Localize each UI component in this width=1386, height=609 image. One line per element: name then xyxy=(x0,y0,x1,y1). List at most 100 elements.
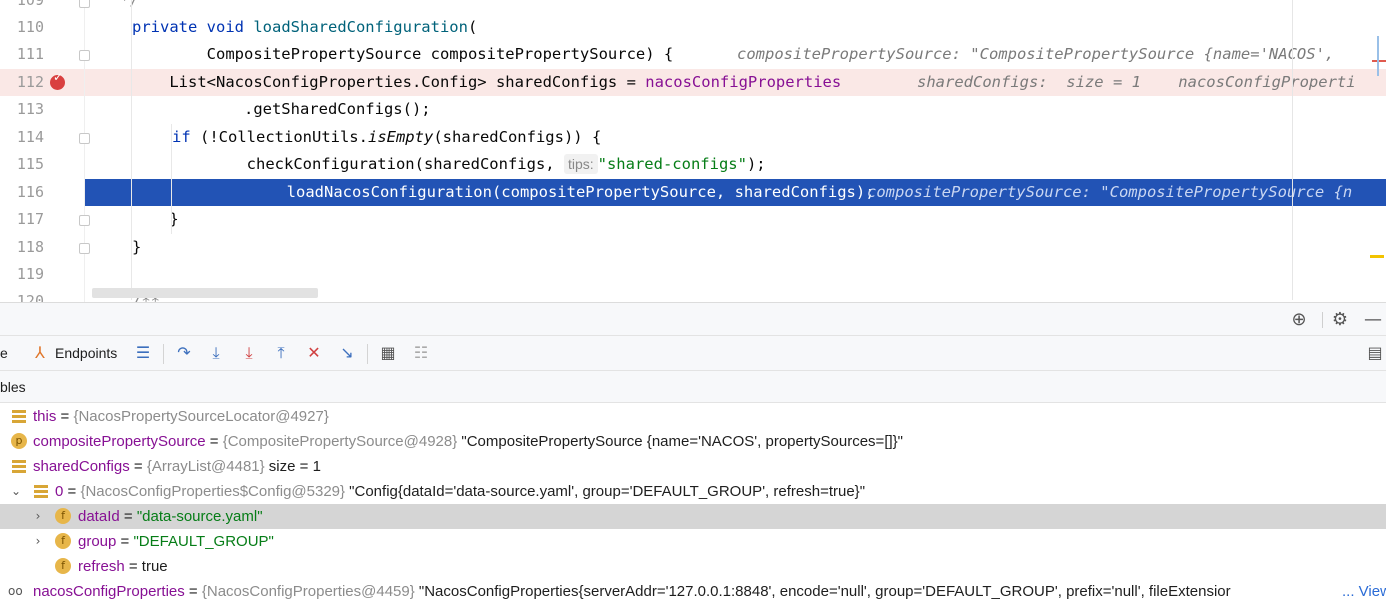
code-rest: (sharedConfigs)) { xyxy=(433,128,602,146)
variable-name: nacosConfigProperties xyxy=(33,583,185,600)
warning-stripe-mark[interactable] xyxy=(1370,255,1384,258)
endpoints-tab[interactable]: Endpoints xyxy=(55,336,117,370)
threads-list-icon[interactable]: ☰ xyxy=(132,342,154,364)
code-line[interactable]: 115 checkConfiguration(sharedConfigs, ti… xyxy=(0,151,1386,178)
code-line[interactable]: 113 .getSharedConfigs(); xyxy=(0,96,1386,123)
variable-row-selected[interactable]: › f dataId = "data-source.yaml" xyxy=(0,504,1386,529)
variable-text: compositePropertySource = {CompositeProp… xyxy=(33,429,903,454)
crosshair-icon[interactable]: ⊕ xyxy=(1288,309,1310,330)
keyword: if xyxy=(172,128,200,146)
code-line[interactable]: 109 */ xyxy=(0,0,1386,14)
code-text: CompositePropertySource compositePropert… xyxy=(132,45,674,63)
code-text: .getSharedConfigs(); xyxy=(132,100,431,118)
step-over-icon[interactable]: ↷ xyxy=(173,342,195,364)
code-text: List<NacosConfigProperties.Config> share… xyxy=(132,69,841,96)
partial-tab-label[interactable]: e xyxy=(0,336,8,370)
variable-text: this = {NacosPropertySourceLocator@4927} xyxy=(33,404,329,429)
variable-row[interactable]: this = {NacosPropertySourceLocator@4927} xyxy=(0,404,1386,429)
expand-arrow-icon[interactable]: › xyxy=(31,504,45,529)
scroll-marker[interactable] xyxy=(1377,36,1386,76)
code-line[interactable]: 110 private void loadSharedConfiguration… xyxy=(0,14,1386,41)
method-name: loadSharedConfiguration xyxy=(253,18,468,36)
trace-stream-icon[interactable]: ☷ xyxy=(410,342,432,364)
variable-name: compositePropertySource xyxy=(33,433,206,450)
code-line[interactable]: 119 xyxy=(0,261,1386,288)
static-method: isEmpty xyxy=(367,128,434,146)
inline-debug-hint: compositePropertySource: "CompositePrope… xyxy=(737,45,1335,63)
parameter-icon: p xyxy=(11,433,27,449)
inline-debug-hint: compositePropertySource: "CompositePrope… xyxy=(867,183,1353,201)
fold-marker[interactable] xyxy=(79,133,90,144)
variables-panel-header: bles xyxy=(0,371,1386,403)
endpoints-icon: ⅄ xyxy=(35,343,45,362)
variable-name: this xyxy=(33,408,57,425)
variable-text: nacosConfigProperties = {NacosConfigProp… xyxy=(33,579,1231,604)
inline-debug-hint: sharedConfigs: size = 1 nacosConfigPrope… xyxy=(917,73,1356,91)
fold-marker[interactable] xyxy=(79,50,90,61)
expand-arrow-icon[interactable]: › xyxy=(31,529,45,554)
code-line[interactable]: 117 } xyxy=(0,206,1386,233)
variable-row[interactable]: sharedConfigs = {ArrayList@4481} size = … xyxy=(0,454,1386,479)
variable-value: "Config{dataId='data-source.yaml', group… xyxy=(345,483,866,500)
horizontal-scrollbar[interactable] xyxy=(92,288,318,298)
variable-row[interactable]: oo nacosConfigProperties = {NacosConfigP… xyxy=(0,579,1386,604)
code-part: (!CollectionUtils. xyxy=(200,128,368,146)
equals-sign: = xyxy=(63,483,81,500)
variables-tree[interactable]: this = {NacosPropertySourceLocator@4927}… xyxy=(0,404,1386,609)
equals-sign: = xyxy=(184,583,202,600)
variable-text: 0 = {NacosConfigProperties$Config@5329} … xyxy=(55,479,865,504)
collapse-arrow-icon[interactable]: ⌄ xyxy=(9,479,23,504)
step-out-icon[interactable]: ⤒ xyxy=(270,342,292,364)
list-icon xyxy=(11,408,27,424)
breakpoint-line[interactable]: 112 List<NacosConfigProperties.Config> s… xyxy=(0,69,1386,96)
minimize-icon[interactable]: — xyxy=(1362,309,1384,330)
line-number: 113 xyxy=(16,100,44,118)
layout-settings-icon[interactable]: ▤ xyxy=(1364,342,1386,364)
variable-type: {ArrayList@4481} xyxy=(146,458,265,475)
code-editor[interactable]: 109 */ 110 private void loadSharedConfig… xyxy=(0,0,1386,302)
current-execution-line[interactable]: 116 loadNacosConfiguration(compositeProp… xyxy=(0,179,1386,206)
variable-text: dataId = "data-source.yaml" xyxy=(78,504,263,529)
drop-frame-icon[interactable]: ✕ xyxy=(303,342,325,364)
field-icon: f xyxy=(55,533,71,549)
variable-name: refresh xyxy=(78,558,125,575)
line-number: 120 xyxy=(16,292,44,302)
variable-row[interactable]: ⌄ 0 = {NacosConfigProperties$Config@5329… xyxy=(0,479,1386,504)
fold-marker[interactable] xyxy=(79,243,90,254)
variable-value: "data-source.yaml" xyxy=(136,508,263,525)
code-line[interactable]: 111 CompositePropertySource compositePro… xyxy=(0,41,1386,68)
watch-glasses-icon: oo xyxy=(8,584,23,598)
code-line[interactable]: 118 } xyxy=(0,234,1386,261)
line-number: 114 xyxy=(16,128,44,146)
run-to-cursor-icon[interactable]: ↘ xyxy=(336,342,358,364)
code-rest: ); xyxy=(746,155,766,173)
fold-marker[interactable] xyxy=(79,0,90,8)
equals-sign: = xyxy=(119,508,137,525)
gear-icon[interactable]: ⚙ xyxy=(1329,309,1351,330)
code-line[interactable]: 114 if (!CollectionUtils.isEmpty(sharedC… xyxy=(0,124,1386,151)
variable-value: "DEFAULT_GROUP" xyxy=(133,533,274,550)
variable-text: sharedConfigs = {ArrayList@4481} size = … xyxy=(33,454,321,479)
line-number: 116 xyxy=(0,179,84,206)
code-part: List<NacosConfigProperties.Config> share… xyxy=(132,73,646,91)
line-number: 115 xyxy=(16,155,44,173)
variable-type: {CompositePropertySource@4928} xyxy=(222,433,458,450)
variable-type: {NacosConfigProperties$Config@5329} xyxy=(80,483,346,500)
variable-name: sharedConfigs xyxy=(33,458,130,475)
variable-row[interactable]: › f group = "DEFAULT_GROUP" xyxy=(0,529,1386,554)
variable-name: group xyxy=(78,533,117,550)
parameter-hint: tips: xyxy=(563,154,598,174)
breakpoint-gutter[interactable]: ✓ xyxy=(0,69,84,96)
variable-row[interactable]: p compositePropertySource = {CompositePr… xyxy=(0,429,1386,454)
view-link[interactable]: ... View xyxy=(1340,579,1386,604)
list-icon xyxy=(33,483,49,499)
fold-marker[interactable] xyxy=(79,215,90,226)
step-into-icon[interactable]: ⤓ xyxy=(205,342,227,364)
force-step-into-icon[interactable]: ⤓ xyxy=(238,342,260,364)
variable-type: {NacosConfigProperties@4459} xyxy=(201,583,415,600)
variable-row[interactable]: f refresh = true xyxy=(0,554,1386,579)
variable-text: refresh = true xyxy=(78,554,168,579)
code-text: if (!CollectionUtils.isEmpty(sharedConfi… xyxy=(172,124,601,151)
evaluate-expression-icon[interactable]: ▦ xyxy=(377,342,399,364)
debug-tool-window-header: ⊕ ⚙ — xyxy=(0,302,1386,335)
